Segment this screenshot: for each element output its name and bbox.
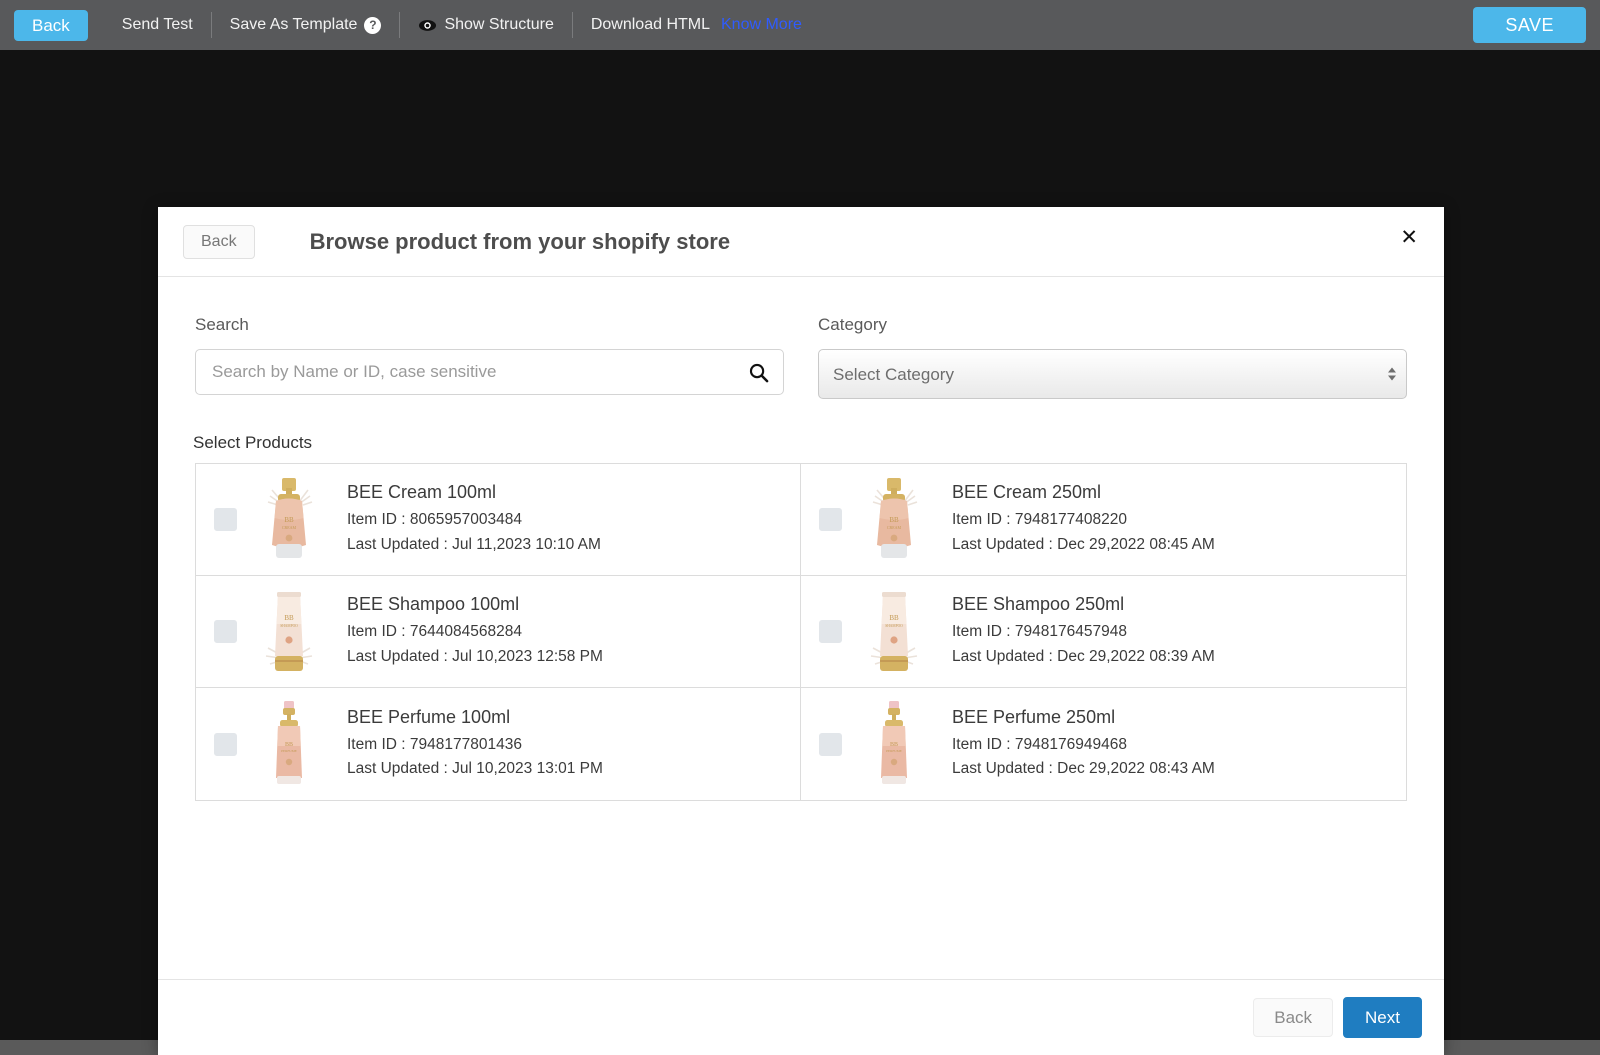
category-select[interactable]: Select Category: [818, 349, 1407, 399]
svg-text:CREAM: CREAM: [282, 525, 297, 530]
product-name: BEE Cream 250ml: [952, 482, 1102, 503]
product-checkbox[interactable]: [819, 620, 842, 643]
know-more-link[interactable]: Know More: [717, 16, 802, 34]
product-grid: BB CREAM BEE Cream 100ml Item ID : 80659…: [195, 463, 1407, 801]
close-icon[interactable]: ✕: [1400, 227, 1418, 248]
product-last-updated: Last Updated : Jul 10,2023 12:58 PM: [347, 647, 603, 665]
select-products-label: Select Products: [193, 433, 313, 452]
svg-text:BB: BB: [889, 516, 899, 524]
product-last-updated: Last Updated : Dec 29,2022 08:43 AM: [952, 760, 1215, 777]
product-last-updated: Last Updated : Jul 11,2023 10:10 AM: [347, 535, 601, 553]
shampoo-tube-image: BB SHAMPOO: [858, 585, 930, 679]
toolbar-back-button[interactable]: Back: [14, 9, 88, 41]
save-as-template-label: Save As Template: [229, 16, 358, 33]
product-name: BEE Perfume 100ml: [347, 706, 511, 727]
perfume-bottle-image: BB PERFUME: [253, 697, 325, 791]
product-list-item[interactable]: BB SHAMPOO BEE Shampoo 250ml Item ID : 7…: [801, 576, 1406, 688]
product-checkbox[interactable]: [819, 732, 842, 756]
eye-icon: [418, 16, 437, 35]
search-label: Search: [195, 315, 249, 334]
product-item-id: Item ID : 7948176949468: [952, 735, 1127, 753]
filters-row: Search Category Select Category: [178, 315, 1424, 399]
svg-text:SHAMPOO: SHAMPOO: [280, 624, 298, 628]
download-html-label: Download HTML: [590, 16, 710, 33]
product-info: BEE Perfume 100ml Item ID : 794817780143…: [347, 707, 603, 781]
category-label: Category: [818, 315, 887, 334]
search-wrapper: [195, 349, 784, 395]
product-info: BEE Cream 100ml Item ID : 8065957003484 …: [347, 482, 601, 556]
product-last-updated: Last Updated : Dec 29,2022 08:39 AM: [952, 647, 1215, 665]
product-item-id: Item ID : 7644084568284: [347, 623, 522, 641]
search-input[interactable]: [195, 349, 784, 395]
top-toolbar: Back Send Test Save As Template ? Show S…: [0, 0, 1600, 50]
category-filter: Category Select Category: [801, 315, 1424, 399]
toolbar-show-structure[interactable]: Show Structure: [400, 12, 571, 38]
product-list-item[interactable]: BB CREAM BEE Cream 100ml Item ID : 80659…: [196, 464, 801, 576]
modal-body: Search Category Select Category: [158, 277, 1444, 979]
cream-bottle-image: BB CREAM: [858, 473, 930, 567]
svg-text:BB: BB: [284, 614, 294, 622]
perfume-bottle-image: BB PERFUME: [858, 697, 930, 791]
svg-text:BB: BB: [284, 516, 294, 524]
product-item-id: Item ID : 7948177801436: [347, 735, 522, 753]
category-select-wrapper: Select Category: [818, 349, 1407, 399]
modal-title: Browse product from your shopify store: [309, 228, 731, 254]
product-item-id: Item ID : 8065957003484: [347, 511, 522, 529]
product-list-item[interactable]: BB CREAM BEE Cream 250ml Item ID : 79481…: [801, 464, 1406, 576]
svg-text:SHAMPOO: SHAMPOO: [885, 624, 903, 628]
product-info: BEE Cream 250ml Item ID : 7948177408220 …: [952, 482, 1215, 556]
product-list-item[interactable]: BB PERFUME BEE Perfume 250ml Item ID : 7…: [801, 688, 1406, 800]
product-name: BEE Perfume 250ml: [952, 706, 1116, 727]
footer-back-button[interactable]: Back: [1253, 998, 1334, 1037]
product-info: BEE Perfume 250ml Item ID : 794817694946…: [952, 707, 1215, 781]
svg-text:BB: BB: [889, 614, 899, 622]
modal-back-button[interactable]: Back: [183, 224, 255, 259]
product-item-id: Item ID : 7948176457948: [952, 623, 1127, 641]
toolbar-save-as-template[interactable]: Save As Template ?: [212, 12, 400, 38]
help-icon[interactable]: ?: [364, 16, 382, 34]
product-last-updated: Last Updated : Jul 10,2023 13:01 PM: [347, 760, 603, 777]
product-checkbox[interactable]: [214, 732, 237, 756]
search-icon[interactable]: [738, 349, 778, 395]
product-info: BEE Shampoo 100ml Item ID : 764408456828…: [347, 594, 603, 668]
svg-text:BB: BB: [285, 742, 293, 748]
product-list-item[interactable]: BB PERFUME BEE Perfume 100ml Item ID : 7…: [196, 688, 801, 800]
product-name: BEE Cream 100ml: [347, 482, 497, 503]
save-button[interactable]: SAVE: [1473, 7, 1586, 43]
svg-text:PERFUME: PERFUME: [886, 749, 902, 753]
cream-bottle-image: BB CREAM: [253, 473, 325, 567]
product-checkbox[interactable]: [214, 620, 237, 643]
svg-text:CREAM: CREAM: [887, 525, 902, 530]
product-name: BEE Shampoo 250ml: [952, 594, 1125, 615]
toolbar-download-html[interactable]: Download HTML Know More: [573, 12, 802, 38]
footer-next-button[interactable]: Next: [1343, 997, 1422, 1038]
modal-header: Back Browse product from your shopify st…: [158, 207, 1444, 277]
svg-text:PERFUME: PERFUME: [281, 749, 297, 753]
product-last-updated: Last Updated : Dec 29,2022 08:45 AM: [952, 535, 1215, 553]
shampoo-tube-image: BB SHAMPOO: [253, 585, 325, 679]
search-filter: Search: [178, 315, 801, 399]
browse-product-modal: Back Browse product from your shopify st…: [158, 207, 1444, 1055]
modal-footer: Back Next: [158, 979, 1444, 1055]
product-checkbox[interactable]: [819, 508, 842, 531]
show-structure-label: Show Structure: [444, 16, 554, 33]
svg-text:BB: BB: [890, 742, 898, 748]
send-test-label: Send Test: [121, 16, 193, 33]
product-item-id: Item ID : 7948177408220: [952, 511, 1127, 529]
product-list-item[interactable]: BB SHAMPOO BEE Shampoo 100ml Item ID : 7…: [196, 576, 801, 688]
product-checkbox[interactable]: [214, 508, 237, 531]
toolbar-send-test[interactable]: Send Test: [104, 12, 211, 38]
product-info: BEE Shampoo 250ml Item ID : 794817645794…: [952, 594, 1215, 668]
product-name: BEE Shampoo 100ml: [347, 594, 520, 615]
